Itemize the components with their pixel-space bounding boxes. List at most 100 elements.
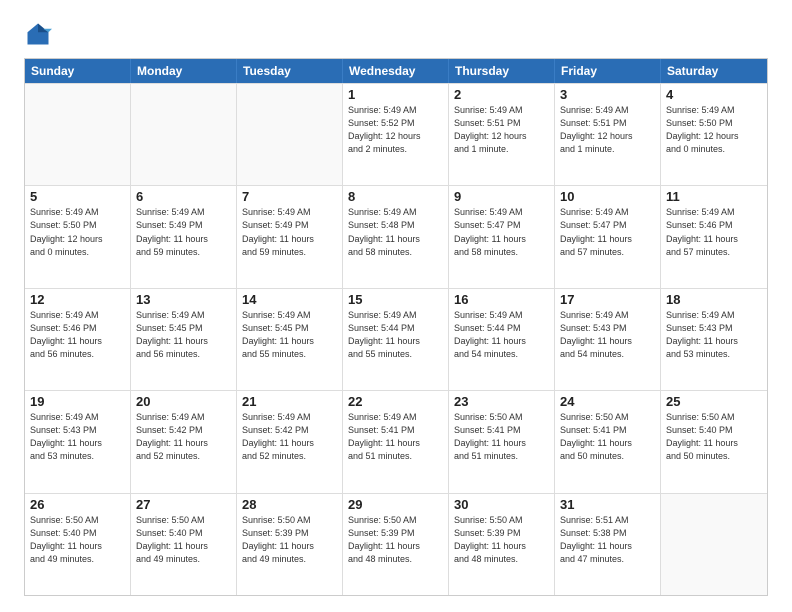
- calendar-cell: 19 Sunrise: 5:49 AM Sunset: 5:43 PM Dayli…: [25, 391, 131, 492]
- day-number: 20: [136, 394, 231, 409]
- day-number: 27: [136, 497, 231, 512]
- day-number: 7: [242, 189, 337, 204]
- day-detail: Sunrise: 5:49 AM Sunset: 5:43 PM Dayligh…: [560, 309, 655, 361]
- header-day-tuesday: Tuesday: [237, 59, 343, 83]
- day-detail: Sunrise: 5:50 AM Sunset: 5:41 PM Dayligh…: [454, 411, 549, 463]
- calendar-cell: 21 Sunrise: 5:49 AM Sunset: 5:42 PM Dayli…: [237, 391, 343, 492]
- day-number: 6: [136, 189, 231, 204]
- calendar-cell: 6Sunrise: 5:49 AM Sunset: 5:49 PM Daylig…: [131, 186, 237, 287]
- calendar-cell: 14 Sunrise: 5:49 AM Sunset: 5:45 PM Dayli…: [237, 289, 343, 390]
- day-number: 26: [30, 497, 125, 512]
- day-detail: Sunrise: 5:49 AM Sunset: 5:43 PM Dayligh…: [30, 411, 125, 463]
- day-number: 29: [348, 497, 443, 512]
- calendar-row-2: 5 Sunrise: 5:49 AM Sunset: 5:50 PM Daylig…: [25, 185, 767, 287]
- calendar-cell: 13 Sunrise: 5:49 AM Sunset: 5:45 PM Dayli…: [131, 289, 237, 390]
- day-number: 31: [560, 497, 655, 512]
- day-detail: Sunrise: 5:49 AM Sunset: 5:51 PM Dayligh…: [454, 104, 549, 156]
- calendar-row-1: 1 Sunrise: 5:49 AM Sunset: 5:52 PM Daylig…: [25, 83, 767, 185]
- day-number: 15: [348, 292, 443, 307]
- calendar-cell: 22 Sunrise: 5:49 AM Sunset: 5:41 PM Dayli…: [343, 391, 449, 492]
- day-detail: Sunrise: 5:49 AM Sunset: 5:48 PM Dayligh…: [348, 206, 443, 258]
- day-detail: Sunrise: 5:49 AM Sunset: 5:46 PM Dayligh…: [30, 309, 125, 361]
- day-detail: Sunrise: 5:49 AM Sunset: 5:47 PM Dayligh…: [454, 206, 549, 258]
- day-detail: Sunrise: 5:49 AM Sunset: 5:44 PM Dayligh…: [454, 309, 549, 361]
- day-detail: Sunrise: 5:50 AM Sunset: 5:40 PM Dayligh…: [666, 411, 762, 463]
- day-detail: Sunrise: 5:49 AM Sunset: 5:41 PM Dayligh…: [348, 411, 443, 463]
- day-number: 5: [30, 189, 125, 204]
- day-detail: Sunrise: 5:50 AM Sunset: 5:39 PM Dayligh…: [454, 514, 549, 566]
- calendar-cell: 11 Sunrise: 5:49 AM Sunset: 5:46 PM Dayli…: [661, 186, 767, 287]
- day-number: 22: [348, 394, 443, 409]
- calendar-cell: 28Sunrise: 5:50 AM Sunset: 5:39 PM Dayli…: [237, 494, 343, 595]
- calendar-cell: 24 Sunrise: 5:50 AM Sunset: 5:41 PM Dayli…: [555, 391, 661, 492]
- calendar-row-4: 19 Sunrise: 5:49 AM Sunset: 5:43 PM Dayli…: [25, 390, 767, 492]
- day-detail: Sunrise: 5:49 AM Sunset: 5:47 PM Dayligh…: [560, 206, 655, 258]
- day-detail: Sunrise: 5:51 AM Sunset: 5:38 PM Dayligh…: [560, 514, 655, 566]
- day-number: 16: [454, 292, 549, 307]
- day-number: 2: [454, 87, 549, 102]
- calendar-cell: 1 Sunrise: 5:49 AM Sunset: 5:52 PM Daylig…: [343, 84, 449, 185]
- day-number: 21: [242, 394, 337, 409]
- logo-icon: [24, 20, 52, 48]
- day-detail: Sunrise: 5:49 AM Sunset: 5:51 PM Dayligh…: [560, 104, 655, 156]
- calendar-cell: 5 Sunrise: 5:49 AM Sunset: 5:50 PM Daylig…: [25, 186, 131, 287]
- calendar-body: 1 Sunrise: 5:49 AM Sunset: 5:52 PM Daylig…: [25, 83, 767, 595]
- calendar-row-5: 26 Sunrise: 5:50 AM Sunset: 5:40 PM Dayli…: [25, 493, 767, 595]
- calendar-cell: 15 Sunrise: 5:49 AM Sunset: 5:44 PM Dayli…: [343, 289, 449, 390]
- day-detail: Sunrise: 5:49 AM Sunset: 5:44 PM Dayligh…: [348, 309, 443, 361]
- calendar-cell: 16 Sunrise: 5:49 AM Sunset: 5:44 PM Dayli…: [449, 289, 555, 390]
- calendar-cell: [131, 84, 237, 185]
- calendar-cell: 9 Sunrise: 5:49 AM Sunset: 5:47 PM Daylig…: [449, 186, 555, 287]
- calendar-cell: 20 Sunrise: 5:49 AM Sunset: 5:42 PM Dayli…: [131, 391, 237, 492]
- calendar-cell: 31 Sunrise: 5:51 AM Sunset: 5:38 PM Dayli…: [555, 494, 661, 595]
- day-detail: Sunrise: 5:50 AM Sunset: 5:40 PM Dayligh…: [30, 514, 125, 566]
- day-detail: Sunrise: 5:49 AM Sunset: 5:42 PM Dayligh…: [136, 411, 231, 463]
- calendar-cell: 25 Sunrise: 5:50 AM Sunset: 5:40 PM Dayli…: [661, 391, 767, 492]
- header-day-sunday: Sunday: [25, 59, 131, 83]
- day-number: 19: [30, 394, 125, 409]
- calendar-cell: 18 Sunrise: 5:49 AM Sunset: 5:43 PM Dayli…: [661, 289, 767, 390]
- day-detail: Sunrise: 5:49 AM Sunset: 5:45 PM Dayligh…: [242, 309, 337, 361]
- day-number: 3: [560, 87, 655, 102]
- day-number: 14: [242, 292, 337, 307]
- calendar-cell: 23Sunrise: 5:50 AM Sunset: 5:41 PM Dayli…: [449, 391, 555, 492]
- day-detail: Sunrise: 5:49 AM Sunset: 5:45 PM Dayligh…: [136, 309, 231, 361]
- day-number: 30: [454, 497, 549, 512]
- calendar-cell: 4Sunrise: 5:49 AM Sunset: 5:50 PM Daylig…: [661, 84, 767, 185]
- day-number: 11: [666, 189, 762, 204]
- day-number: 12: [30, 292, 125, 307]
- day-detail: Sunrise: 5:49 AM Sunset: 5:46 PM Dayligh…: [666, 206, 762, 258]
- day-number: 24: [560, 394, 655, 409]
- day-detail: Sunrise: 5:49 AM Sunset: 5:49 PM Dayligh…: [242, 206, 337, 258]
- day-detail: Sunrise: 5:49 AM Sunset: 5:50 PM Dayligh…: [666, 104, 762, 156]
- day-number: 17: [560, 292, 655, 307]
- day-detail: Sunrise: 5:49 AM Sunset: 5:43 PM Dayligh…: [666, 309, 762, 361]
- calendar-cell: 12 Sunrise: 5:49 AM Sunset: 5:46 PM Dayli…: [25, 289, 131, 390]
- calendar-cell: 26 Sunrise: 5:50 AM Sunset: 5:40 PM Dayli…: [25, 494, 131, 595]
- calendar-cell: 2 Sunrise: 5:49 AM Sunset: 5:51 PM Daylig…: [449, 84, 555, 185]
- day-number: 18: [666, 292, 762, 307]
- day-detail: Sunrise: 5:50 AM Sunset: 5:41 PM Dayligh…: [560, 411, 655, 463]
- day-detail: Sunrise: 5:50 AM Sunset: 5:39 PM Dayligh…: [242, 514, 337, 566]
- day-detail: Sunrise: 5:49 AM Sunset: 5:52 PM Dayligh…: [348, 104, 443, 156]
- header-day-wednesday: Wednesday: [343, 59, 449, 83]
- day-detail: Sunrise: 5:50 AM Sunset: 5:40 PM Dayligh…: [136, 514, 231, 566]
- day-detail: Sunrise: 5:49 AM Sunset: 5:42 PM Dayligh…: [242, 411, 337, 463]
- day-number: 13: [136, 292, 231, 307]
- calendar-cell: [237, 84, 343, 185]
- logo: [24, 20, 56, 48]
- calendar-cell: 17 Sunrise: 5:49 AM Sunset: 5:43 PM Dayli…: [555, 289, 661, 390]
- calendar: SundayMondayTuesdayWednesdayThursdayFrid…: [24, 58, 768, 596]
- day-number: 1: [348, 87, 443, 102]
- header-day-friday: Friday: [555, 59, 661, 83]
- header-day-saturday: Saturday: [661, 59, 767, 83]
- day-number: 10: [560, 189, 655, 204]
- calendar-cell: 3 Sunrise: 5:49 AM Sunset: 5:51 PM Daylig…: [555, 84, 661, 185]
- page: SundayMondayTuesdayWednesdayThursdayFrid…: [0, 0, 792, 612]
- header: [24, 20, 768, 48]
- day-number: 9: [454, 189, 549, 204]
- calendar-row-3: 12 Sunrise: 5:49 AM Sunset: 5:46 PM Dayli…: [25, 288, 767, 390]
- calendar-header: SundayMondayTuesdayWednesdayThursdayFrid…: [25, 59, 767, 83]
- day-detail: Sunrise: 5:49 AM Sunset: 5:50 PM Dayligh…: [30, 206, 125, 258]
- day-number: 25: [666, 394, 762, 409]
